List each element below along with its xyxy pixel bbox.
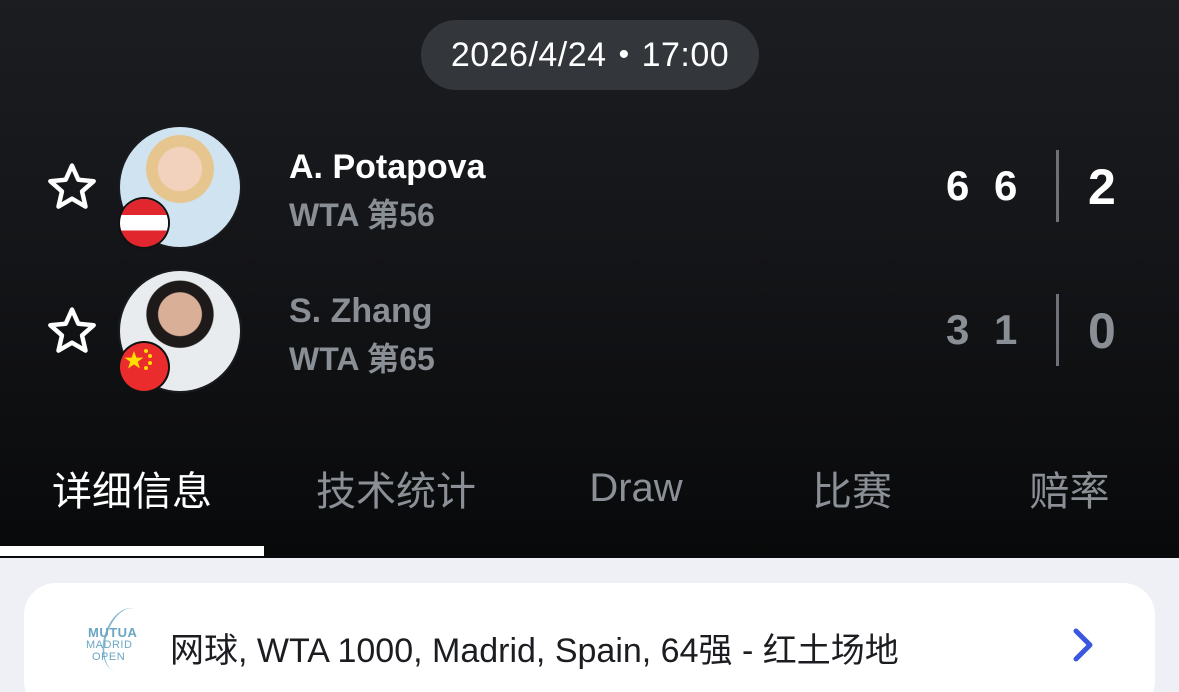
star-outline-icon[interactable] [40, 159, 104, 215]
sets-won: 2 [1088, 159, 1116, 215]
score-divider [1056, 150, 1059, 222]
active-tab-indicator [0, 546, 264, 556]
player-name: S. Zhang [289, 292, 433, 330]
player-name: A. Potapova [289, 148, 486, 186]
match-datetime-pill: 2026/4/24 • 17:00 [421, 20, 759, 90]
sets-won: 0 [1088, 303, 1116, 359]
tab-statistics[interactable]: 技术统计 [264, 445, 528, 531]
player-rank: WTA 第56 [289, 197, 435, 233]
match-detail-screen: 2026/4/24 • 17:00 A. Potapova WTA 第56 6 … [0, 0, 1179, 692]
tab-details[interactable]: 详细信息 [0, 445, 264, 531]
tab-matches[interactable]: 比赛 [744, 445, 960, 531]
set-score-2: 6 [994, 162, 1018, 209]
tournament-card[interactable]: MUTUA MADRID OPEN 网球, WTA 1000, Madrid, … [24, 583, 1155, 692]
tournament-title: 网球, WTA 1000, Madrid, Spain, 64强 - 红土场地 [170, 632, 899, 670]
match-tabs: 详细信息 技术统计 Draw 比赛 赔率 [0, 445, 1179, 558]
datetime-separator: • [618, 38, 630, 71]
player-row-2[interactable]: S. Zhang WTA 第65 3 1 0 [0, 266, 1179, 396]
tab-draw[interactable]: Draw [528, 445, 744, 531]
set-score-1: 6 [946, 162, 970, 209]
match-time: 17:00 [641, 35, 730, 74]
player-rank: WTA 第65 [289, 341, 435, 377]
tab-odds[interactable]: 赔率 [960, 445, 1179, 531]
match-date: 2026/4/24 [450, 35, 607, 74]
chevron-right-icon[interactable] [1070, 627, 1096, 663]
tournament-logo: MUTUA MADRID OPEN [70, 602, 156, 678]
austria-flag-icon [120, 199, 168, 247]
star-outline-icon[interactable] [40, 303, 104, 359]
set-score-1: 3 [946, 306, 970, 353]
set-score-2: 1 [994, 306, 1018, 353]
score-divider [1056, 294, 1059, 366]
match-header: 2026/4/24 • 17:00 A. Potapova WTA 第56 6 … [0, 0, 1179, 558]
china-flag-icon [120, 343, 168, 391]
player-row-1[interactable]: A. Potapova WTA 第56 6 6 2 [0, 122, 1179, 252]
